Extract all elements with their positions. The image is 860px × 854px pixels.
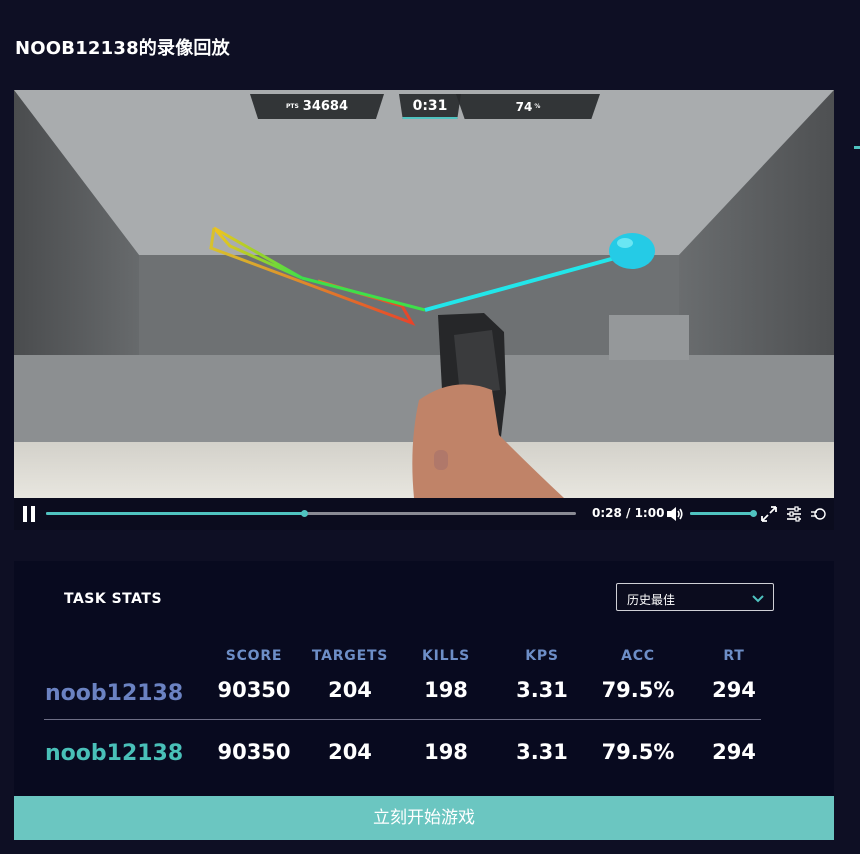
player-controls: 0:28 / 1:00 (14, 498, 834, 530)
column-header-score: SCORE (225, 648, 283, 664)
row-rt: 294 (712, 740, 756, 764)
hud-accuracy: 74 % (456, 94, 600, 119)
mode-icon[interactable] (810, 505, 828, 523)
hud-accuracy-unit: % (534, 103, 541, 110)
history-filter-value: 历史最佳 (627, 593, 676, 607)
task-stats-panel: TASK STATS 历史最佳 SCORE TARGETS KILLS KPS … (14, 561, 834, 797)
hud-points: PTS 34684 (250, 94, 384, 119)
hud-accuracy-value: 74 (515, 99, 533, 114)
progress-fill (46, 512, 304, 515)
history-filter-select[interactable]: 历史最佳 (616, 583, 774, 611)
row-kps: 3.31 (516, 678, 568, 702)
column-header-acc: ACC (621, 648, 655, 664)
row-kills: 198 (424, 740, 468, 764)
row-rt: 294 (712, 678, 756, 702)
stats-title: TASK STATS (64, 591, 163, 607)
row-player-name: noob12138 (45, 741, 184, 766)
hud-points-value: 34684 (302, 99, 349, 114)
row-kills: 198 (424, 678, 468, 702)
progress-handle[interactable] (300, 510, 308, 517)
hud-timer: 0:31 (399, 94, 461, 119)
row-acc: 79.5% (601, 740, 675, 764)
start-game-button[interactable]: 立刻开始游戏 (14, 796, 834, 840)
row-score: 90350 (217, 740, 291, 764)
settings-sliders-icon[interactable] (785, 505, 803, 523)
volume-slider[interactable] (690, 510, 757, 517)
volume-handle[interactable] (749, 510, 757, 517)
row-targets: 204 (328, 678, 372, 702)
column-header-kills: KILLS (422, 648, 470, 664)
row-player-name: noob12138 (45, 681, 184, 706)
time-readout: 0:28 / 1:00 (592, 506, 665, 520)
replay-game-scene (14, 90, 834, 498)
hud-points-label: PTS (285, 103, 299, 110)
progress-bar[interactable] (46, 510, 576, 517)
pause-icon[interactable] (22, 506, 36, 522)
column-header-targets: TARGETS (311, 648, 389, 664)
row-acc: 79.5% (601, 678, 675, 702)
column-header-kps: KPS (525, 648, 559, 664)
page-title: NOOB12138的录像回放 (15, 38, 230, 59)
row-divider (44, 719, 761, 720)
side-accent-bar (854, 146, 860, 149)
row-score: 90350 (217, 678, 291, 702)
volume-icon[interactable] (666, 506, 684, 522)
column-header-rt: RT (723, 648, 745, 664)
hud-timer-value: 0:31 (412, 97, 448, 114)
fullscreen-icon[interactable] (760, 505, 778, 523)
row-targets: 204 (328, 740, 372, 764)
volume-fill (690, 512, 753, 515)
row-kps: 3.31 (516, 740, 568, 764)
video-player[interactable]: PTS 34684 0:31 74 % 0:28 / 1:00 (14, 90, 834, 530)
chevron-down-icon (752, 595, 764, 603)
